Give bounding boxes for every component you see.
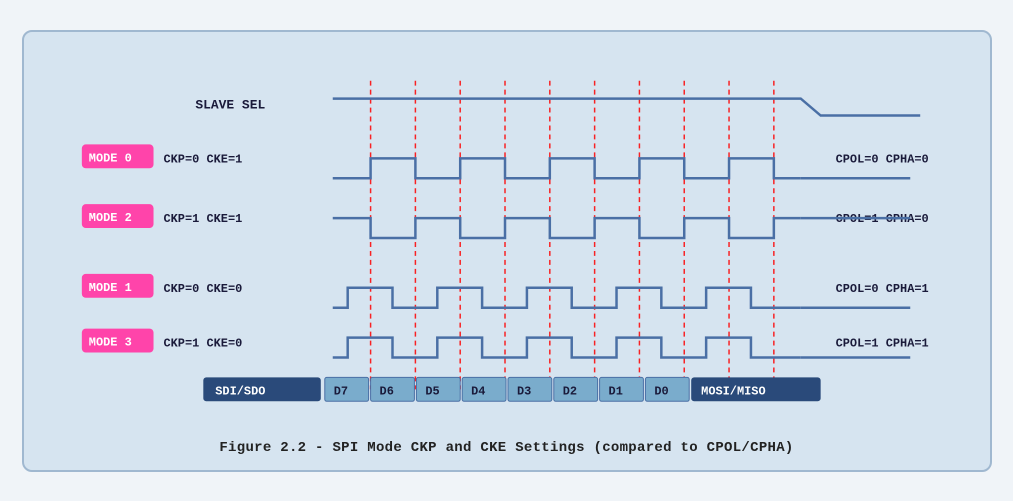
mode1-right: CPOL=0 CPHA=1	[835, 281, 928, 295]
mode0-right: CPOL=0 CPHA=0	[835, 152, 928, 166]
mode1-params: CKP=0 CKE=0	[163, 281, 242, 295]
d0-label: D0	[654, 384, 668, 398]
mode2-params: CKP=1 CKE=1	[163, 212, 242, 226]
spi-diagram: .redline { stroke: red; stroke-width: 1.…	[44, 50, 970, 430]
d6-label: D6	[379, 384, 393, 398]
figure-caption: Figure 2.2 - SPI Mode CKP and CKE Settin…	[44, 440, 970, 456]
slave-sel-label: SLAVE SEL	[195, 97, 265, 112]
d1-label: D1	[608, 384, 622, 398]
d4-label: D4	[471, 384, 485, 398]
sdi-sdo-label: SDI/SDO	[215, 384, 265, 398]
d5-label: D5	[425, 384, 439, 398]
mosi-miso-label: MOSI/MISO	[701, 384, 765, 398]
mode3-badge: MODE 3	[88, 335, 131, 349]
main-container: .redline { stroke: red; stroke-width: 1.…	[22, 30, 992, 472]
d7-label: D7	[333, 384, 347, 398]
mode3-right: CPOL=1 CPHA=1	[835, 336, 928, 350]
mode0-badge: MODE 0	[88, 151, 131, 165]
mode1-badge: MODE 1	[88, 280, 131, 294]
mode3-params: CKP=1 CKE=0	[163, 336, 242, 350]
d3-label: D3	[516, 384, 530, 398]
mode0-params: CKP=0 CKE=1	[163, 152, 242, 166]
mode2-badge: MODE 2	[88, 211, 131, 225]
d2-label: D2	[562, 384, 576, 398]
diagram-area: .redline { stroke: red; stroke-width: 1.…	[44, 50, 970, 430]
